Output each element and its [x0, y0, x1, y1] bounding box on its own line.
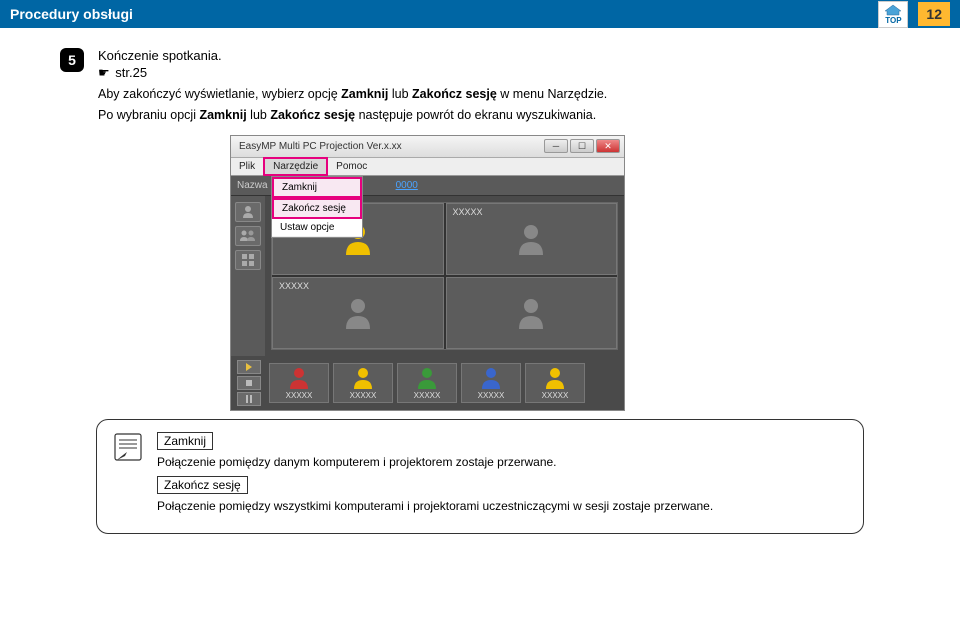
menu-plik[interactable]: Plik [231, 159, 263, 174]
person-icon [515, 296, 547, 330]
text: Aby zakończyć wyświetlanie, wybierz opcj… [98, 87, 341, 101]
step-reference[interactable]: ☛ str.25 [98, 65, 900, 81]
minimize-button[interactable]: ─ [544, 139, 568, 153]
page-header: Procedury obsługi TOP 12 [0, 0, 960, 28]
sidebar-group-icon[interactable] [235, 226, 261, 246]
user-tile-1[interactable]: XXXXX [269, 363, 329, 403]
cell-label: XXXXX [453, 207, 483, 217]
text: lub [388, 87, 412, 101]
pause-icon [245, 395, 253, 403]
people-icon [239, 229, 257, 243]
bottom-strip: XXXXX XXXXX XXXXX XXXXX XXXXX [231, 356, 624, 410]
text: Po wybraniu opcji [98, 108, 199, 122]
toolbar-label: Nazwa [237, 180, 268, 191]
maximize-button[interactable]: ☐ [570, 139, 594, 153]
stop-button[interactable] [237, 376, 261, 390]
header-right: TOP 12 [878, 1, 950, 28]
tile-label: XXXXX [478, 391, 505, 400]
app-screenshot: EasyMP Multi PC Projection Ver.x.xx ─ ☐ … [230, 135, 900, 411]
person-icon [352, 366, 374, 390]
page-number: 12 [918, 2, 950, 26]
step-number-badge: 5 [60, 48, 84, 72]
dropdown-zakoncz[interactable]: Zakończ sesję [272, 198, 362, 219]
paragraph-2: Po wybraniu opcji Zamknij lub Zakończ se… [98, 106, 900, 125]
play-controls [237, 360, 265, 406]
tile-label: XXXXX [350, 391, 377, 400]
page-title: Procedury obsługi [10, 6, 133, 22]
note-box: Zamknij Połączenie pomiędzy danym komput… [96, 419, 864, 535]
house-icon [883, 4, 903, 16]
user-tile-4[interactable]: XXXXX [461, 363, 521, 403]
note-heading-zakoncz: Zakończ sesję [157, 476, 248, 494]
grid-cell-3[interactable]: XXXXX [272, 277, 444, 349]
pointer-icon: ☛ [98, 65, 110, 80]
user-tile-2[interactable]: XXXXX [333, 363, 393, 403]
pause-button[interactable] [237, 392, 261, 406]
sidebar-grid-icon[interactable] [235, 250, 261, 270]
tile-label: XXXXX [542, 391, 569, 400]
paragraph-1: Aby zakończyć wyświetlanie, wybierz opcj… [98, 85, 900, 104]
person-icon [342, 296, 374, 330]
grid-icon [241, 253, 255, 267]
dropdown-ustaw[interactable]: Ustaw opcje [272, 219, 362, 237]
window-buttons: ─ ☐ ✕ [544, 139, 620, 153]
step-row: 5 Kończenie spotkania. ☛ str.25 Aby zako… [60, 48, 900, 127]
content-area: 5 Kończenie spotkania. ☛ str.25 Aby zako… [0, 28, 960, 544]
play-icon [245, 363, 253, 371]
grid-cell-2[interactable]: XXXXX [446, 203, 618, 275]
top-label: TOP [885, 16, 901, 25]
person-icon [288, 366, 310, 390]
person-icon [544, 366, 566, 390]
stop-icon [245, 379, 253, 387]
menubar: Plik Narzędzie Pomoc [231, 158, 624, 176]
bold: Zakończ sesję [270, 108, 355, 122]
text: lub [247, 108, 271, 122]
window-titlebar: EasyMP Multi PC Projection Ver.x.xx ─ ☐ … [231, 136, 624, 158]
user-tile-5[interactable]: XXXXX [525, 363, 585, 403]
text: następuje powrót do ekranu wyszukiwania. [355, 108, 596, 122]
person-icon [515, 222, 547, 256]
play-button[interactable] [237, 360, 261, 374]
menu-narzedzie[interactable]: Narzędzie [263, 157, 328, 176]
dropdown-zamknij[interactable]: Zamknij [272, 177, 362, 198]
app-window: EasyMP Multi PC Projection Ver.x.xx ─ ☐ … [230, 135, 625, 411]
note-text-2: Połączenie pomiędzy wszystkimi komputera… [157, 498, 845, 515]
bold: Zamknij [341, 87, 388, 101]
bold: Zakończ sesję [412, 87, 497, 101]
step-body: Kończenie spotkania. ☛ str.25 Aby zakońc… [98, 48, 900, 127]
text: w menu Narzędzie. [497, 87, 607, 101]
tile-label: XXXXX [414, 391, 441, 400]
person-icon [241, 205, 255, 219]
window-title: EasyMP Multi PC Projection Ver.x.xx [235, 141, 544, 152]
top-badge[interactable]: TOP [878, 1, 908, 28]
toolbar-link[interactable]: 0000 [396, 180, 418, 191]
note-text-1: Połączenie pomiędzy danym komputerem i p… [157, 454, 845, 471]
grid-cell-4[interactable] [446, 277, 618, 349]
sidebar-single-icon[interactable] [235, 202, 261, 222]
person-icon [480, 366, 502, 390]
person-icon [416, 366, 438, 390]
step-title: Kończenie spotkania. [98, 48, 900, 63]
menu-pomoc[interactable]: Pomoc [328, 159, 375, 174]
bold: Zamknij [199, 108, 246, 122]
ref-text: str.25 [115, 65, 147, 80]
user-tile-3[interactable]: XXXXX [397, 363, 457, 403]
tile-label: XXXXX [286, 391, 313, 400]
left-sidebar [231, 196, 265, 356]
narzedzie-dropdown: Zamknij Zakończ sesję Ustaw opcje [271, 176, 363, 238]
note-heading-zamknij: Zamknij [157, 432, 213, 450]
cell-label: XXXXX [279, 281, 309, 291]
note-icon [113, 432, 143, 465]
close-button[interactable]: ✕ [596, 139, 620, 153]
